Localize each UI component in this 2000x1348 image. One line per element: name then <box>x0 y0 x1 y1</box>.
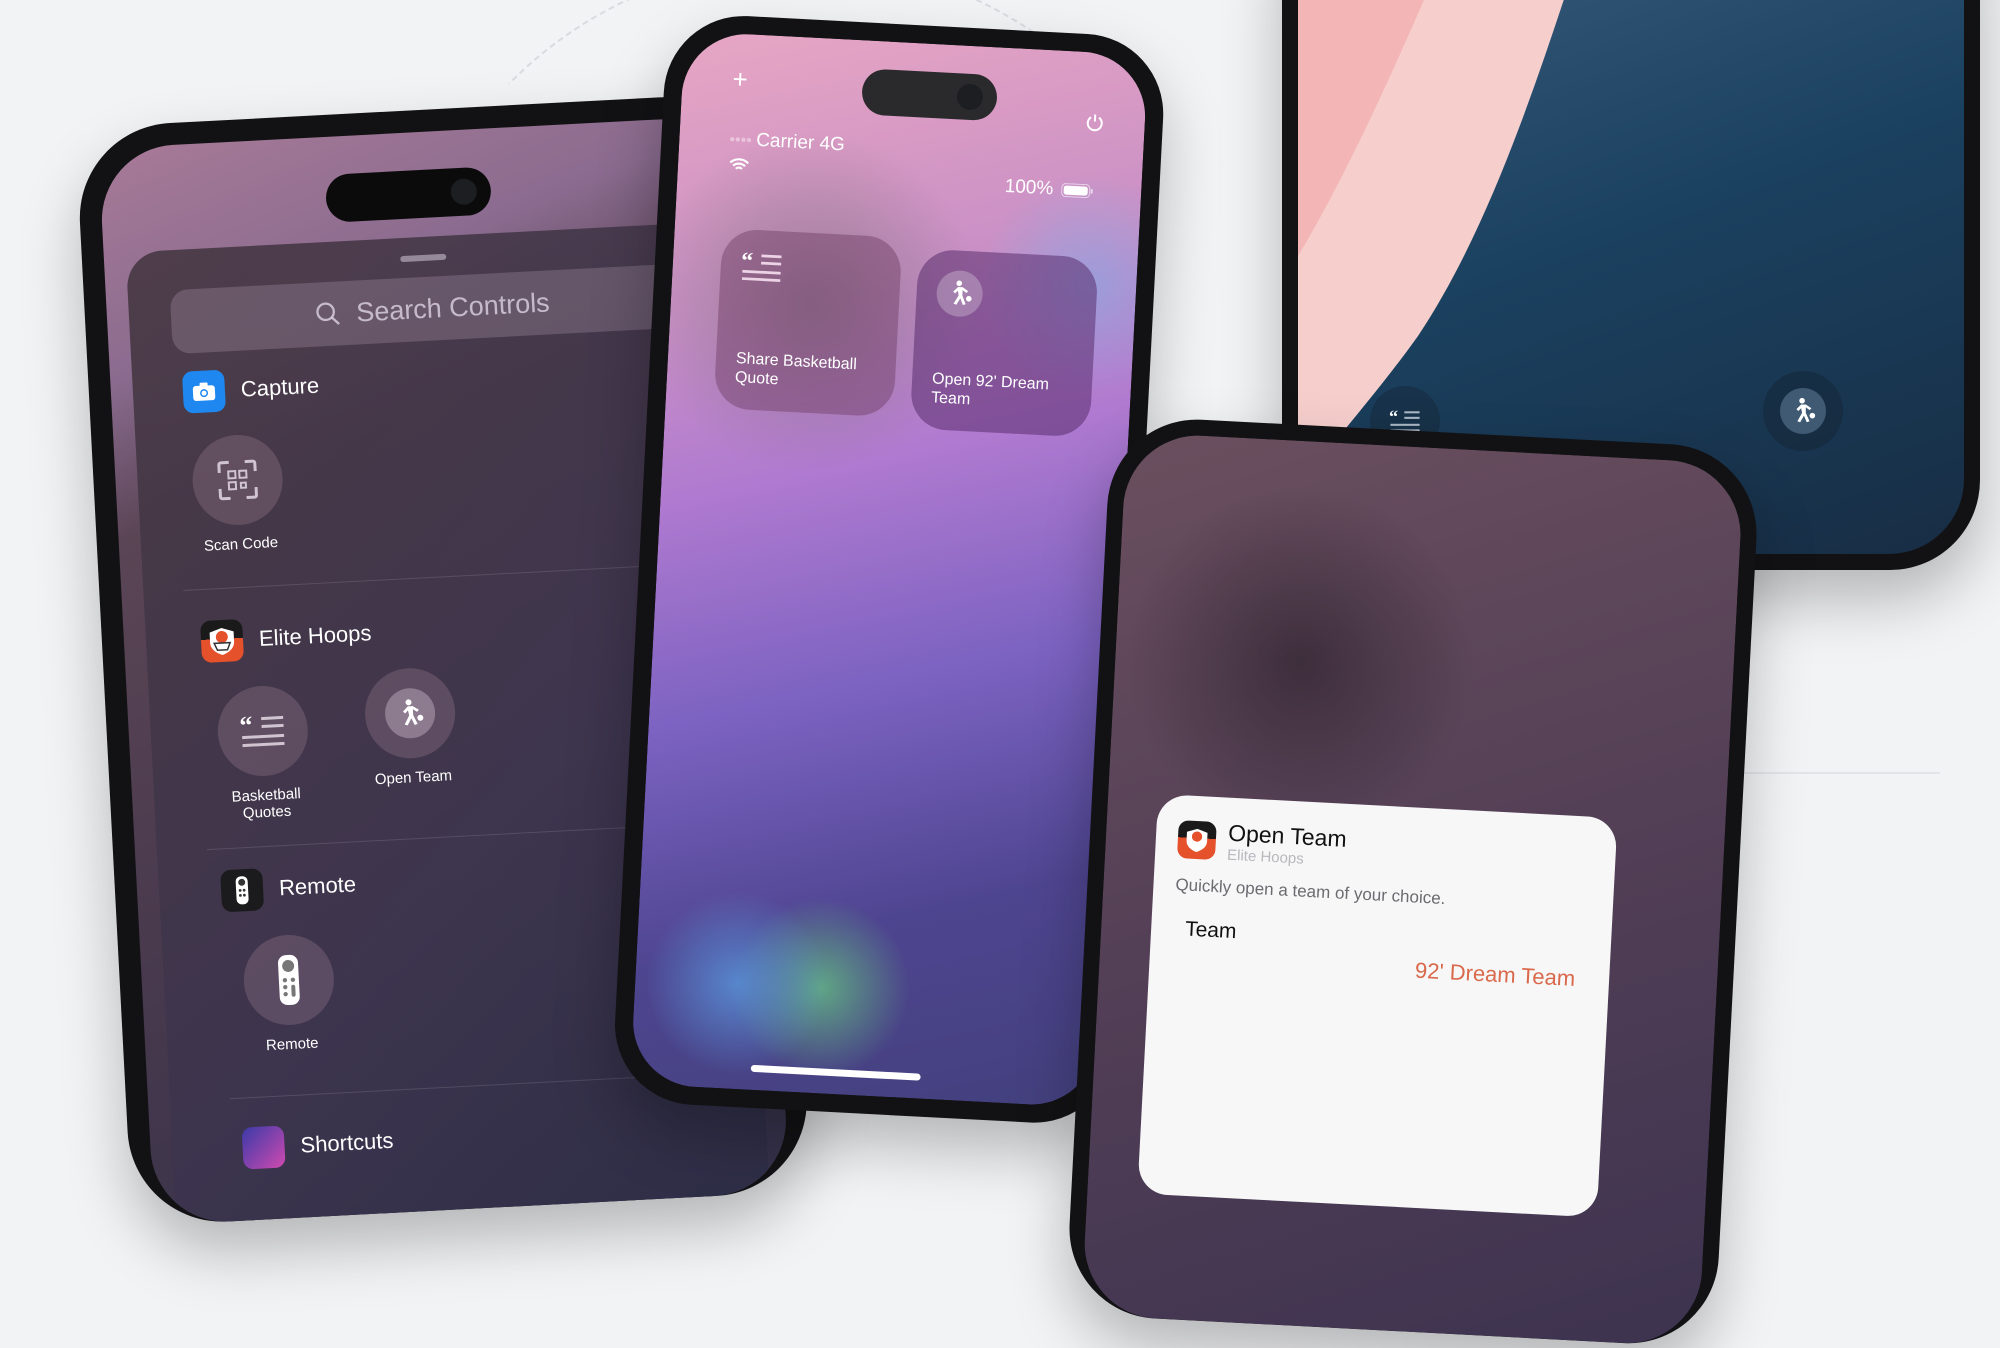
tile-label: Share Basketball Quote <box>734 350 880 394</box>
section-divider <box>183 562 716 591</box>
card-description: Quickly open a team of your choice. <box>1175 875 1591 917</box>
control-basketball-quotes[interactable]: “ Basketball Quotes <box>191 682 338 824</box>
camera-icon <box>182 370 226 414</box>
battery-icon <box>1061 183 1094 199</box>
status-bar: •••• Carrier 4G <box>727 128 845 183</box>
wifi-icon <box>727 156 843 183</box>
screen: + •••• Carrier 4G 100% “ Share Basketbal… <box>630 31 1149 1108</box>
search-placeholder: Search Controls <box>355 287 550 328</box>
tile-open-92-dream-team[interactable]: Open 92' Dream Team <box>910 248 1099 437</box>
search-controls-input[interactable]: Search Controls <box>170 263 695 354</box>
battery-indicator: 100% <box>1004 176 1094 203</box>
add-control-button[interactable]: + <box>732 63 749 95</box>
dynamic-island <box>325 166 492 223</box>
lock-control-open-team[interactable] <box>1763 371 1843 451</box>
control-open-team[interactable]: Open Team <box>338 665 484 791</box>
control-label: Basketball Quotes <box>216 785 318 823</box>
section-title: Elite Hoops <box>258 620 372 652</box>
section-title: Capture <box>240 373 320 403</box>
phone-configure-control: Open Team Elite Hoops Quickly open a tea… <box>1065 415 1761 1348</box>
control-remote[interactable]: Remote <box>217 931 363 1057</box>
section-capture: Capture <box>182 365 320 414</box>
elite-hoops-app-icon <box>200 619 244 663</box>
section-elite-hoops: Elite Hoops <box>200 612 372 663</box>
screen: Open Team Elite Hoops Quickly open a tea… <box>1081 432 1744 1347</box>
search-icon <box>314 299 343 328</box>
remote-app-icon <box>220 868 264 912</box>
control-label: Open Team <box>374 768 452 789</box>
basketball-player-icon <box>394 698 426 730</box>
quote-lines-icon: “ <box>239 712 287 750</box>
battery-percentage: 100% <box>1004 176 1054 201</box>
power-icon[interactable] <box>1084 112 1105 133</box>
control-scan-code[interactable]: Scan Code <box>165 431 311 557</box>
quote-lines-icon: “ <box>740 249 784 285</box>
section-title: Shortcuts <box>300 1128 394 1159</box>
control-config-card: Open Team Elite Hoops Quickly open a tea… <box>1137 794 1617 1218</box>
section-shortcuts: Shortcuts <box>242 1120 395 1170</box>
section-remote: Remote <box>220 863 357 912</box>
basketball-player-icon <box>935 269 983 317</box>
carrier-label: Carrier 4G <box>756 130 846 156</box>
shortcuts-app-icon <box>242 1125 286 1169</box>
basketball-player-icon <box>1789 397 1817 425</box>
tile-share-basketball-quote[interactable]: “ Share Basketball Quote <box>713 228 902 417</box>
control-label: Remote <box>266 1036 319 1055</box>
control-label: Scan Code <box>204 535 279 555</box>
qr-scan-icon <box>215 457 261 503</box>
dynamic-island <box>861 68 998 121</box>
home-indicator[interactable] <box>751 1065 921 1081</box>
elite-hoops-app-icon <box>1177 820 1217 860</box>
section-title: Remote <box>278 871 356 901</box>
svg-text:“: “ <box>1389 407 1398 426</box>
remote-icon <box>276 953 303 1006</box>
signal-dots: •••• <box>729 131 752 149</box>
team-field[interactable]: Team 92' Dream Team <box>1171 909 1590 1001</box>
tile-label: Open 92' Dream Team <box>931 371 1077 415</box>
sheet-grabber[interactable] <box>400 254 446 262</box>
